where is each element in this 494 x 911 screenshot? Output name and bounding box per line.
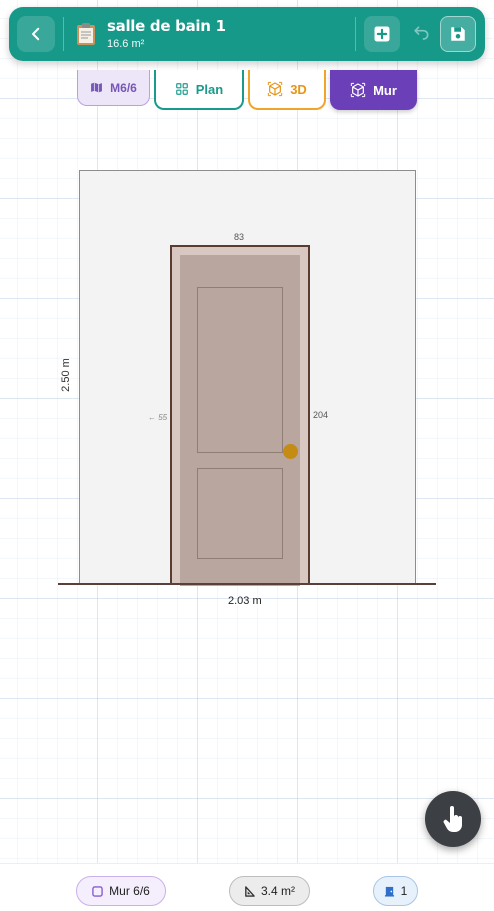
tab-walls-map[interactable]: M6/6	[77, 70, 150, 106]
door-icon	[384, 886, 394, 897]
save-button[interactable]	[440, 16, 476, 52]
wall-height-label: 2.50 m	[60, 358, 72, 392]
door-leaf	[180, 255, 300, 586]
room-area: 16.6 m²	[107, 38, 145, 50]
tab-label: Mur	[373, 82, 397, 98]
cube-icon	[268, 81, 283, 97]
add-element-button[interactable]	[364, 16, 400, 52]
tab-plan[interactable]: Plan	[154, 70, 244, 110]
openings-count-label: 1	[400, 884, 408, 898]
hand-pointer-icon	[443, 806, 462, 832]
wall-chip-label: Mur 6/6	[109, 884, 150, 898]
area-chip-label: 3.4 m²	[260, 884, 295, 898]
tab-3d[interactable]: 3D	[248, 70, 326, 110]
chevron-left-icon	[32, 27, 40, 41]
undo-button[interactable]	[407, 20, 435, 48]
openings-count-chip[interactable]: 1	[373, 876, 418, 906]
door-panel-bottom	[197, 468, 283, 559]
floppy-disk-icon	[451, 27, 465, 41]
header-divider	[63, 17, 64, 51]
tab-label: 3D	[290, 81, 307, 97]
cube-icon	[350, 82, 366, 98]
title-block: salle de bain 1 16.6 m²	[107, 17, 226, 50]
set-square-icon	[245, 885, 255, 897]
page-title: salle de bain 1	[107, 17, 226, 35]
header-divider	[355, 17, 356, 51]
door-left-offset: ← 55	[148, 413, 168, 422]
clipboard-icon	[77, 23, 95, 45]
door-panel-top	[197, 287, 283, 453]
wall-width-label: 2.03 m	[228, 595, 262, 607]
touch-mode-button[interactable]	[425, 791, 481, 847]
plus-square-icon	[374, 26, 390, 42]
wall-chip[interactable]: Mur 6/6	[76, 876, 166, 906]
undo-icon	[414, 26, 429, 40]
square-icon	[92, 885, 103, 897]
tab-label: M6/6	[110, 80, 137, 95]
map-icon	[91, 82, 103, 93]
door[interactable]	[170, 245, 310, 586]
door-width-dimension: 83	[234, 232, 245, 242]
bottom-status-bar: Mur 6/6 3.4 m² 1	[0, 863, 494, 911]
grid-icon	[175, 83, 188, 95]
back-button[interactable]	[17, 16, 55, 52]
tab-label: Plan	[195, 81, 224, 97]
tab-wall[interactable]: Mur	[330, 70, 417, 110]
top-header: salle de bain 1 16.6 m²	[9, 7, 485, 61]
door-knob	[283, 444, 298, 459]
area-chip[interactable]: 3.4 m²	[229, 876, 310, 906]
door-height-dimension: 204	[313, 410, 329, 420]
floor-line	[58, 583, 436, 585]
